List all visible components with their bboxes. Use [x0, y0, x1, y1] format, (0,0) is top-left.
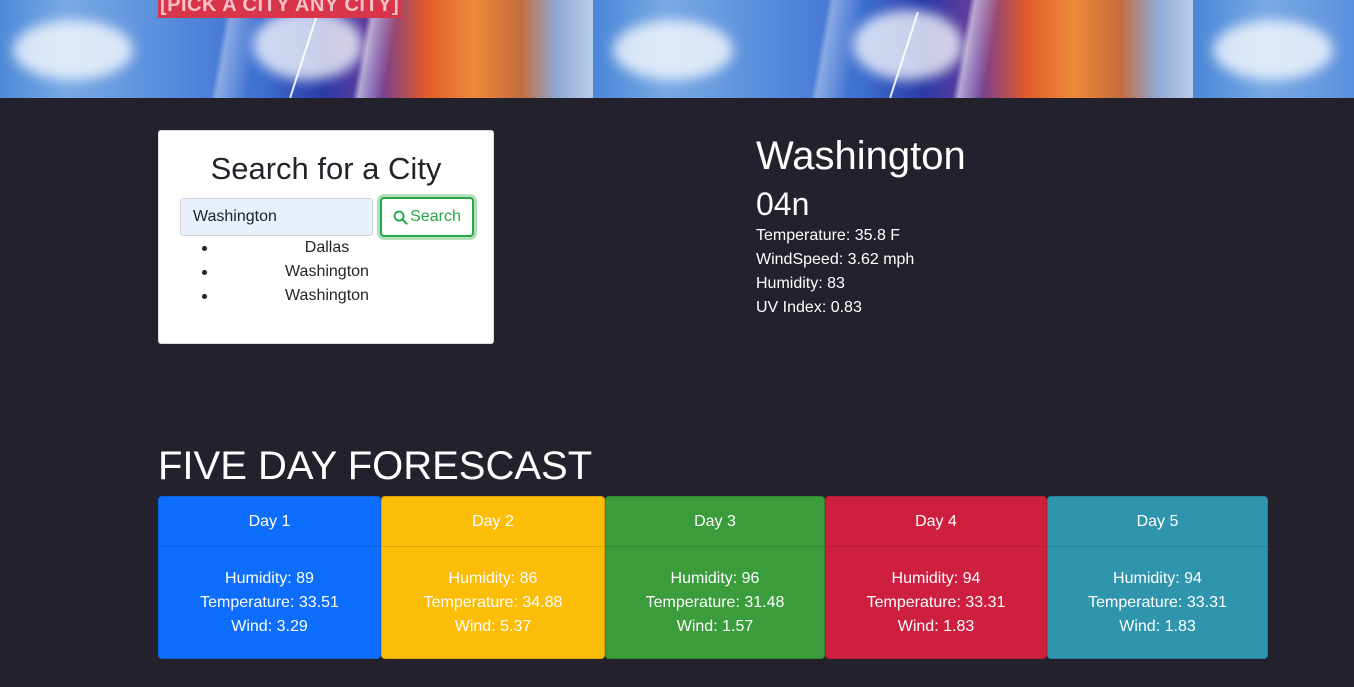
header-banner: [PICK A CITY ANY CITY] — [0, 0, 1354, 98]
forecast-title: FIVE DAY FORESCAST — [158, 444, 593, 488]
history-item[interactable]: Washington — [180, 284, 474, 308]
forecast-cards: Day 1 Humidity: 89 Temperature: 33.51 Wi… — [158, 496, 1268, 659]
forecast-temperature: Temperature: 33.31 — [1088, 594, 1227, 611]
forecast-humidity: Humidity: 89 — [225, 570, 314, 587]
forecast-humidity: Humidity: 94 — [1113, 570, 1202, 587]
current-temperature: Temperature: 35.8 F — [756, 227, 901, 244]
forecast-wind: Wind: 5.37 — [454, 618, 532, 635]
forecast-temperature: Temperature: 34.88 — [423, 594, 563, 611]
forecast-wind: Wind: 3.29 — [231, 618, 308, 635]
search-icon — [393, 210, 408, 225]
forecast-card-day-2: Day 2 Humidity: 86 Temperature: 34.88 Wi… — [381, 496, 605, 659]
weather-icon-code: 04n — [756, 186, 810, 222]
forecast-temperature: Temperature: 31.48 — [645, 594, 785, 611]
history-item[interactable]: Dallas — [180, 236, 474, 260]
forecast-temperature: Temperature: 33.31 — [866, 594, 1006, 611]
forecast-card-header: Day 1 — [159, 497, 380, 547]
forecast-card-day-3: Day 3 Humidity: 96 Temperature: 31.48 Wi… — [605, 496, 825, 659]
forecast-wind: Wind: 1.83 — [1119, 618, 1196, 635]
forecast-humidity: Humidity: 94 — [891, 570, 981, 587]
search-button[interactable]: Search — [380, 197, 474, 237]
history-item[interactable]: Washington — [180, 260, 474, 284]
forecast-card-header: Day 3 — [606, 497, 824, 547]
forecast-card-header: Day 2 — [382, 497, 604, 547]
current-weather: Washington 04n Temperature: 35.8 F WindS… — [756, 132, 966, 320]
search-card: Search for a City Search Dallas Washingt… — [158, 130, 494, 344]
banner-title: [PICK A CITY ANY CITY] — [158, 0, 402, 18]
forecast-card-header: Day 4 — [826, 497, 1046, 547]
current-wind: WindSpeed: 3.62 mph — [756, 251, 915, 268]
banner-weather-image — [593, 0, 1193, 98]
current-humidity: Humidity: 83 — [756, 275, 845, 292]
forecast-wind: Wind: 1.57 — [676, 618, 754, 635]
search-title: Search for a City — [210, 151, 442, 186]
forecast-humidity: Humidity: 96 — [670, 570, 760, 587]
forecast-card-header: Day 5 — [1048, 497, 1267, 547]
search-history-list: Dallas Washington Washington — [180, 236, 474, 308]
search-button-label: Search — [410, 208, 461, 225]
forecast-card-day-5: Day 5 Humidity: 94 Temperature: 33.31 Wi… — [1047, 496, 1268, 659]
forecast-card-day-1: Day 1 Humidity: 89 Temperature: 33.51 Wi… — [158, 496, 381, 659]
current-uv-index: UV Index: 0.83 — [756, 299, 862, 316]
forecast-temperature: Temperature: 33.51 — [200, 594, 339, 611]
forecast-wind: Wind: 1.83 — [897, 618, 975, 635]
forecast-card-day-4: Day 4 Humidity: 94 Temperature: 33.31 Wi… — [825, 496, 1047, 659]
current-city-name: Washington — [756, 134, 966, 178]
banner-weather-image — [1193, 0, 1354, 98]
forecast-humidity: Humidity: 86 — [448, 570, 538, 587]
city-search-input[interactable] — [180, 198, 373, 236]
